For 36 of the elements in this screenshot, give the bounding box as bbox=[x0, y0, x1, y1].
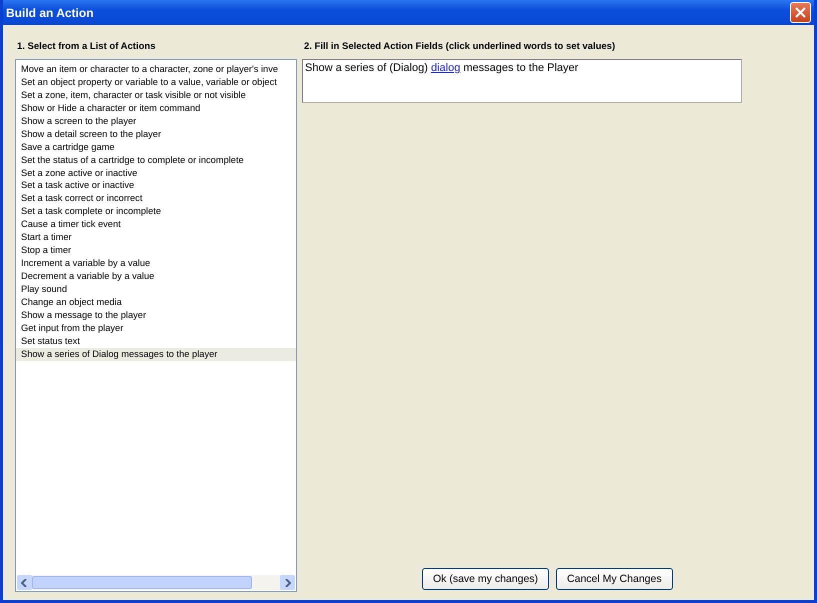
close-button[interactable] bbox=[790, 2, 811, 23]
list-item[interactable]: Play sound bbox=[16, 282, 296, 296]
list-item[interactable]: Show a message to the player bbox=[16, 308, 296, 322]
list-item[interactable]: Change an object media bbox=[16, 296, 296, 309]
list-item[interactable]: Stop a timer bbox=[16, 244, 296, 258]
horizontal-scrollbar[interactable] bbox=[17, 575, 295, 590]
scroll-thumb[interactable] bbox=[32, 576, 252, 589]
value-link[interactable]: dialog bbox=[430, 62, 460, 74]
list-item[interactable]: Set a task active or inactive bbox=[16, 179, 296, 192]
list-item[interactable]: Set status text bbox=[16, 334, 296, 348]
list-item[interactable]: Show or Hide a character or item command bbox=[16, 102, 296, 115]
list-item[interactable]: Set a zone, item, character or task visible or not visible bbox=[16, 88, 296, 102]
close-icon bbox=[795, 7, 806, 18]
scroll-left-icon[interactable] bbox=[17, 575, 32, 590]
list-item[interactable]: Set the status of a cartridge to complete or incomplete bbox=[16, 154, 296, 166]
list-item[interactable]: Save a cartridge game bbox=[16, 140, 296, 154]
dialog-button[interactable]: Cancel My Changes bbox=[556, 568, 673, 590]
list-item[interactable]: Set a task correct or incorrect bbox=[16, 192, 296, 206]
list-item[interactable]: Start a timer bbox=[16, 231, 296, 244]
window-title: Build an Action bbox=[6, 6, 94, 20]
list-item[interactable]: Increment a variable by a value bbox=[16, 257, 296, 270]
list-item[interactable]: Show a detail screen to the player bbox=[16, 128, 296, 141]
list-item[interactable]: Set a zone active or inactive bbox=[16, 166, 296, 180]
section-heading: 1. Select from a List of Actions bbox=[17, 41, 156, 52]
list-item[interactable]: Decrement a variable by a value bbox=[16, 270, 296, 283]
list-item[interactable]: Show a series of Dialog messages to the player bbox=[16, 348, 296, 361]
dialog-button[interactable]: Ok (save my changes) bbox=[422, 568, 550, 590]
action-sentence: Show a series of (Dialog) dialog messages to the Player bbox=[305, 62, 578, 74]
list-item[interactable]: Move an item or character to a character, zone or player's inve bbox=[16, 63, 296, 76]
section-heading: 2. Fill in Selected Action Fields (click underlined words to set values) bbox=[304, 41, 616, 52]
list-item[interactable]: Get input from the player bbox=[16, 322, 296, 335]
list-item[interactable]: Show a screen to the player bbox=[16, 114, 296, 128]
list-item[interactable]: Cause a timer tick event bbox=[16, 218, 296, 232]
scroll-right-icon[interactable] bbox=[280, 575, 295, 590]
list-item[interactable]: Set a task complete or incomplete bbox=[16, 205, 296, 218]
list-item[interactable]: Set an object property or variable to a value, variable or object bbox=[16, 76, 296, 89]
